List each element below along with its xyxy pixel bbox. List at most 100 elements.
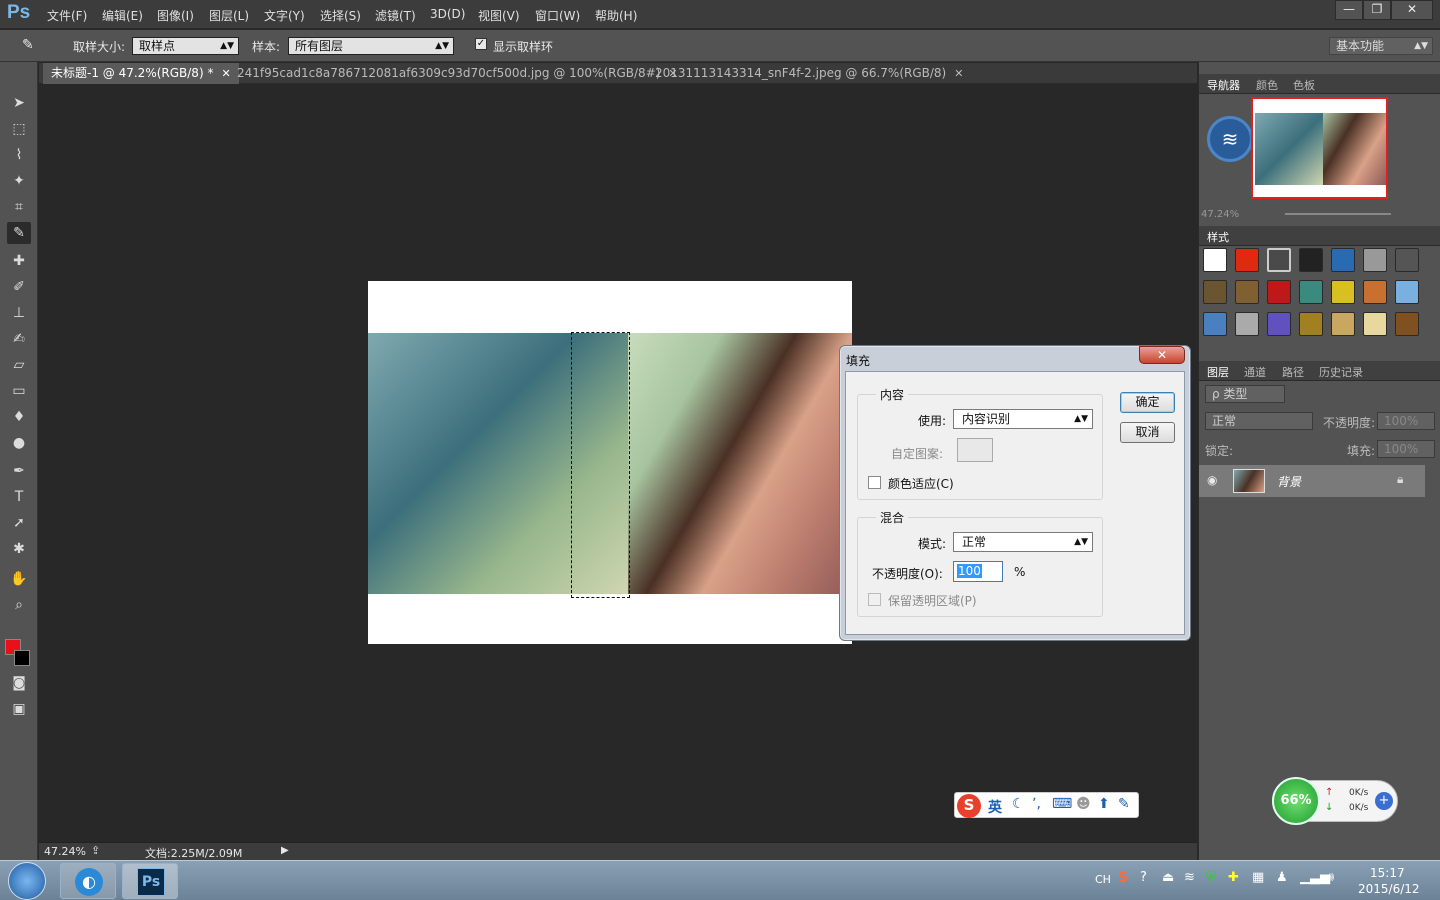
ime-lang[interactable]: 英 [988, 797, 1002, 817]
menu-window[interactable]: 窗口(W) [535, 7, 580, 24]
style-orange[interactable] [1363, 280, 1387, 304]
clock-date[interactable]: 2015/6/12 [1358, 882, 1420, 896]
menu-select[interactable]: 选择(S) [320, 7, 361, 24]
marquee-tool-icon[interactable]: ⬚ [7, 118, 31, 140]
restore-button[interactable]: ❐ [1363, 0, 1391, 20]
zoom-slider[interactable] [1285, 213, 1391, 215]
style-cream[interactable] [1363, 312, 1387, 336]
tab-paths[interactable]: 路径 [1282, 364, 1304, 380]
style-violet[interactable] [1267, 312, 1291, 336]
opacity-field[interactable]: 100% [1377, 412, 1435, 430]
style-crimson[interactable] [1267, 280, 1291, 304]
minimize-button[interactable]: — [1335, 0, 1363, 20]
keyboard-icon[interactable]: ⌨ [1052, 796, 1072, 812]
type-tool-icon[interactable]: T [7, 486, 31, 508]
qq-tray-icon[interactable]: ♟ [1276, 870, 1288, 885]
show-ring-checkbox[interactable]: ✓ [475, 38, 487, 50]
style-silver[interactable] [1235, 312, 1259, 336]
hand-tool-icon[interactable]: ✋ [7, 568, 31, 590]
document-canvas[interactable] [368, 281, 852, 644]
help-tray-icon[interactable]: ? [1140, 870, 1147, 885]
tab-swatches[interactable]: 色板 [1293, 77, 1315, 93]
mode-select[interactable]: 正常 ▲▼ [953, 532, 1093, 552]
sogou-tray-icon[interactable]: S [1118, 870, 1128, 886]
usb-tray-icon[interactable]: ⏏ [1162, 870, 1174, 885]
punctuation-icon[interactable]: ʼ, [1032, 796, 1041, 812]
wifi-tray-icon[interactable]: ≋ [1184, 870, 1195, 885]
tab-untitled[interactable]: 未标题-1 @ 47.2%(RGB/8) * ✕ [43, 63, 239, 84]
tab-color[interactable]: 颜色 [1256, 77, 1278, 93]
tab-history[interactable]: 历史记录 [1319, 364, 1363, 380]
clock-time[interactable]: 15:17 [1370, 866, 1405, 880]
style-brown[interactable] [1395, 312, 1419, 336]
menu-filter[interactable]: 滤镜(T) [375, 7, 416, 24]
add-icon[interactable]: + [1375, 792, 1393, 810]
fill-field[interactable]: 100% [1377, 440, 1435, 458]
menu-view[interactable]: 视图(V) [478, 7, 520, 24]
taskbar-app-photoshop[interactable]: Ps [122, 863, 178, 899]
layer-row[interactable]: ◉ 背景 🔒︎ [1199, 465, 1425, 497]
style-red[interactable] [1235, 248, 1259, 272]
dodge-tool-icon[interactable]: ● [7, 432, 31, 454]
eraser-tool-icon[interactable]: ▱ [7, 354, 31, 376]
ok-button[interactable]: 确定 [1120, 392, 1175, 413]
color-adapt-checkbox[interactable] [868, 476, 881, 489]
tab-jpg-2[interactable]: 20131113143314_snF4f-2.jpeg @ 66.7%(RGB/… [647, 63, 971, 84]
style-frame[interactable] [1331, 312, 1355, 336]
style-blue[interactable] [1331, 248, 1355, 272]
status-arrow-icon[interactable]: ▶ [281, 845, 289, 856]
style-outline[interactable] [1267, 248, 1291, 272]
healing-brush-tool-icon[interactable]: ✚ [7, 250, 31, 272]
gradient-tool-icon[interactable]: ▭ [7, 380, 31, 402]
moon-icon[interactable]: ☾ [1012, 796, 1025, 812]
style-wood[interactable] [1235, 280, 1259, 304]
input-lang[interactable]: CH [1095, 873, 1111, 886]
sample-select[interactable]: 所有图层 ▲▼ [288, 37, 454, 55]
style-brass[interactable] [1299, 312, 1323, 336]
style-dim[interactable] [1395, 248, 1419, 272]
tab-styles[interactable]: 样式 [1207, 229, 1229, 245]
eyedropper-tool-icon[interactable]: ✎ [7, 222, 31, 244]
blur-tool-icon[interactable]: ♦ [7, 406, 31, 428]
style-gray[interactable] [1363, 248, 1387, 272]
volume-tray-icon[interactable]: 🔊︎ [1326, 870, 1334, 885]
blend-mode-select[interactable]: 正常 [1205, 412, 1313, 430]
dialog-close-button[interactable]: ✕ [1139, 346, 1185, 364]
screen-mode-icon[interactable]: ▣ [7, 698, 31, 720]
style-bronze[interactable] [1203, 280, 1227, 304]
zoom-tool-icon[interactable]: ⌕ [7, 594, 31, 616]
network-meter[interactable]: 66% ↑ ↓ 0K/s 0K/s + [1272, 777, 1398, 825]
tab-channels[interactable]: 通道 [1244, 364, 1266, 380]
brush-tool-icon[interactable]: ✐ [7, 276, 31, 298]
shield-tray-icon[interactable]: ⛨ [1206, 870, 1216, 885]
start-button[interactable] [8, 862, 46, 900]
network-tray-icon[interactable]: ▦ [1252, 870, 1264, 885]
tab-layers[interactable]: 图层 [1207, 364, 1229, 380]
layer-filter-select[interactable]: ρ 类型 [1205, 385, 1285, 403]
style-none[interactable] [1203, 248, 1227, 272]
quick-mask-icon[interactable]: ◙ [7, 672, 31, 694]
menu-3d[interactable]: 3D(D) [430, 7, 465, 21]
navigator-preview[interactable] [1251, 97, 1388, 199]
security-tray-icon[interactable]: ✚ [1228, 870, 1239, 885]
export-icon[interactable]: ⇪ [91, 844, 100, 857]
shape-tool-icon[interactable]: ✱ [7, 538, 31, 560]
style-steel[interactable] [1203, 312, 1227, 336]
lasso-tool-icon[interactable]: ⌇ [7, 144, 31, 166]
tab-navigator[interactable]: 导航器 [1207, 77, 1240, 93]
taskbar-app-browser[interactable]: ◐ [60, 863, 116, 899]
wrench-icon[interactable]: ✎ [1118, 796, 1130, 812]
move-tool-icon[interactable]: ➤ [7, 92, 31, 114]
skin-icon[interactable]: ⬆ [1098, 796, 1110, 812]
menu-file[interactable]: 文件(F) [47, 7, 87, 24]
eyedropper-tool-icon[interactable]: ✎ [22, 37, 34, 53]
style-teal[interactable] [1299, 280, 1323, 304]
wifi-icon[interactable]: ≋ [1207, 116, 1253, 162]
path-selection-tool-icon[interactable]: ➚ [7, 512, 31, 534]
sogou-icon[interactable]: S [957, 794, 981, 818]
close-icon[interactable]: ✕ [954, 67, 963, 80]
pattern-picker[interactable] [957, 438, 993, 462]
crop-tool-icon[interactable]: ⌗ [7, 196, 31, 218]
workspace-select[interactable]: 基本功能 ▲▼ [1329, 37, 1433, 55]
history-brush-tool-icon[interactable]: ✍ [7, 328, 31, 350]
